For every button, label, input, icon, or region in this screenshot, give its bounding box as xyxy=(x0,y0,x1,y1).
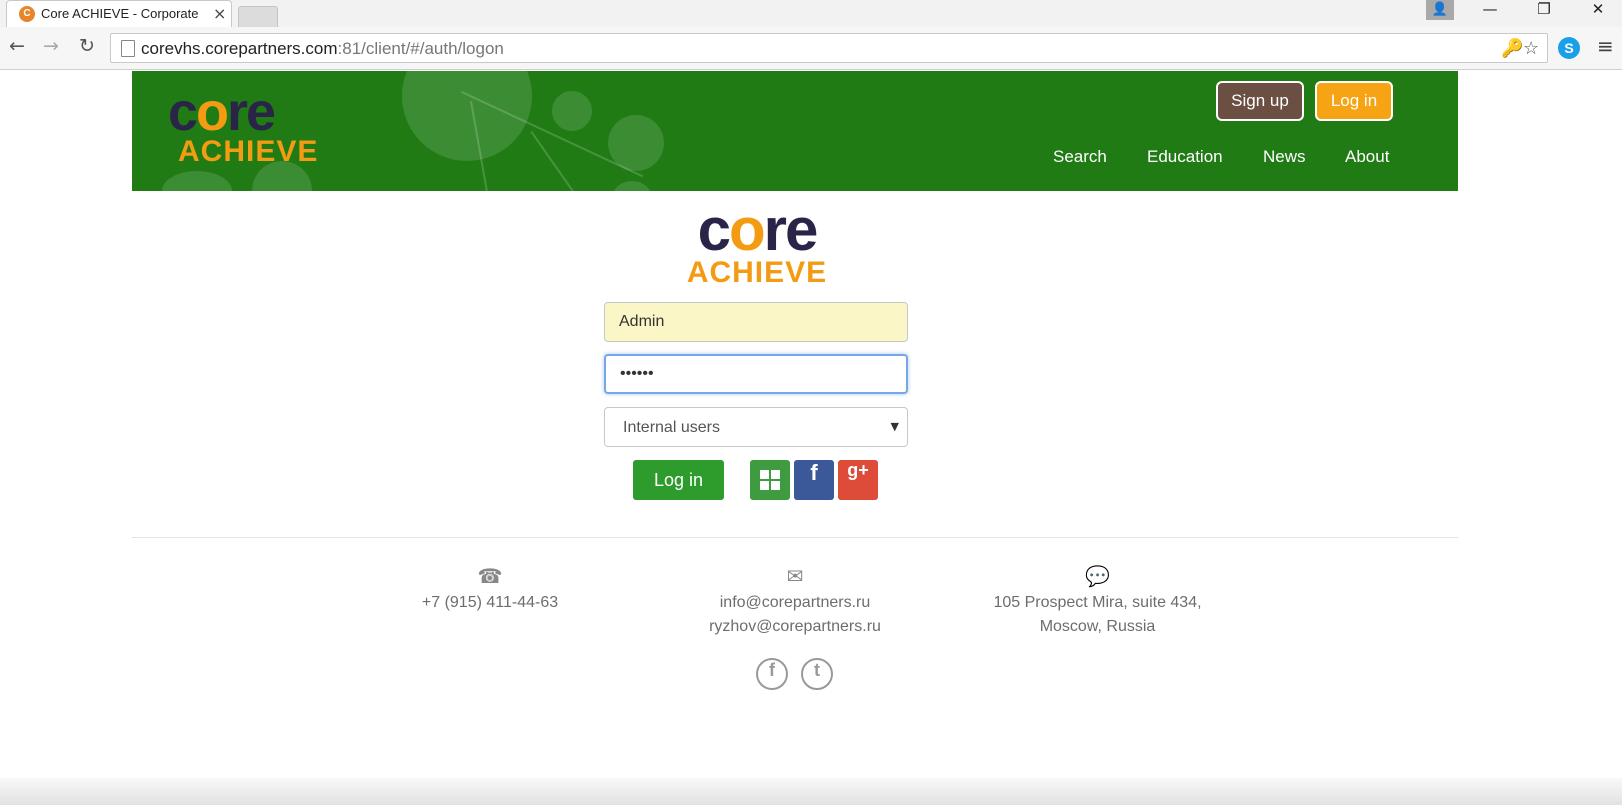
restore-button[interactable]: ❐ xyxy=(1524,0,1564,26)
nav-news[interactable]: News xyxy=(1263,147,1306,167)
footer-divider xyxy=(132,537,1458,538)
tab-title: Core ACHIEVE - Corporate xyxy=(41,6,199,21)
footer-address: 💬 105 Prospect Mira, suite 434, Moscow, … xyxy=(970,563,1225,639)
new-tab-button[interactable] xyxy=(238,6,278,28)
url-text[interactable]: corevhs.corepartners.com:81/client/#/aut… xyxy=(141,39,504,59)
footer-email: ✉ info@corepartners.ru ryzhov@corepartne… xyxy=(680,563,910,639)
footer-phone: ☎ +7 (915) 411-44-63 xyxy=(400,563,580,615)
phone-number: +7 (915) 411-44-63 xyxy=(421,594,559,611)
browser-tab-bar: C Core ACHIEVE - Corporate × 👤 — ❐ ✕ xyxy=(0,0,1622,28)
browser-tab[interactable]: C Core ACHIEVE - Corporate × xyxy=(6,0,232,27)
nav-search[interactable]: Search xyxy=(1053,147,1107,167)
tab-close-icon[interactable]: × xyxy=(213,4,226,23)
address-line2: Moscow, Russia xyxy=(1039,618,1156,635)
password-input[interactable] xyxy=(604,354,908,394)
key-icon[interactable]: 🔑 xyxy=(1501,38,1523,59)
browser-toolbar: ← → ↻ corevhs.corepartners.com:81/client… xyxy=(0,27,1622,70)
back-icon[interactable]: ← xyxy=(4,35,30,61)
reload-icon[interactable]: ↻ xyxy=(74,35,100,61)
close-window-button[interactable]: ✕ xyxy=(1578,0,1618,26)
email-info[interactable]: info@corepartners.ru xyxy=(680,591,910,615)
email-ryzhov[interactable]: ryzhov@corepartners.ru xyxy=(680,615,910,639)
username-input[interactable] xyxy=(604,302,908,342)
footer-facebook-icon[interactable]: f xyxy=(756,658,788,690)
page-icon xyxy=(121,40,135,57)
nav-about[interactable]: About xyxy=(1345,147,1389,167)
browser-menu-icon[interactable]: ≡ xyxy=(1597,34,1614,58)
google-plus-icon: g+ xyxy=(847,460,869,480)
minimize-button[interactable]: — xyxy=(1470,0,1510,26)
bottom-shade xyxy=(0,778,1622,805)
chat-icon: 💬 xyxy=(1085,564,1110,588)
login-submit-button[interactable]: Log in xyxy=(633,460,724,500)
bookmark-star-icon[interactable]: ☆ xyxy=(1523,38,1539,59)
facebook-icon: f xyxy=(810,460,818,485)
login-logo: core ACHIEVE xyxy=(686,196,828,289)
phone-icon: ☎ xyxy=(477,564,503,588)
windows-icon xyxy=(760,469,780,490)
mail-icon: ✉ xyxy=(786,564,804,588)
google-plus-login-button[interactable]: g+ xyxy=(838,460,878,500)
core-favicon-icon: C xyxy=(19,6,35,22)
user-type-select[interactable]: Internal users ▼ xyxy=(604,407,908,447)
address-line1: 105 Prospect Mira, suite 434, xyxy=(993,594,1202,611)
facebook-login-button[interactable]: f xyxy=(794,460,834,500)
profile-icon[interactable]: 👤 xyxy=(1426,0,1454,20)
nav-education[interactable]: Education xyxy=(1147,147,1223,167)
forward-icon[interactable]: → xyxy=(38,35,64,61)
header-logo[interactable]: core ACHIEVE xyxy=(168,85,318,167)
decor-bubble xyxy=(610,181,654,191)
site-header: core ACHIEVE Sign up Log in Search Educa… xyxy=(132,71,1458,191)
footer-twitter-icon[interactable]: t xyxy=(801,658,833,690)
skype-icon[interactable]: S xyxy=(1558,37,1580,59)
decor-bubble xyxy=(162,171,232,191)
address-bar[interactable]: corevhs.corepartners.com:81/client/#/aut… xyxy=(110,33,1548,63)
chevron-down-icon: ▼ xyxy=(890,420,899,433)
signup-button[interactable]: Sign up xyxy=(1216,81,1304,121)
header-login-button[interactable]: Log in xyxy=(1315,81,1393,121)
decor-bubble xyxy=(552,91,592,131)
user-type-value: Internal users xyxy=(623,419,720,436)
windows-login-button[interactable] xyxy=(750,460,790,500)
